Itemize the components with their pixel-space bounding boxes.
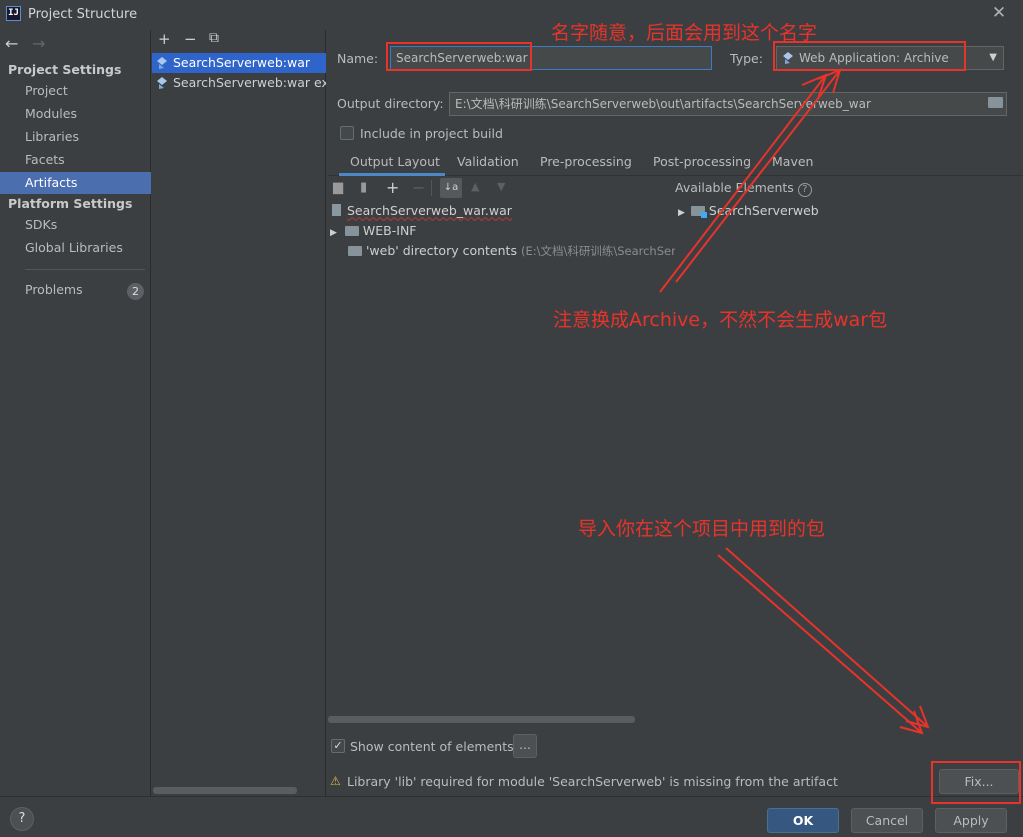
artifact-item-label: SearchServerweb:war exploded (173, 75, 326, 90)
tab-pre-processing[interactable]: Pre-processing (540, 152, 632, 174)
available-item-module[interactable]: ▶ SearchServerweb (678, 201, 819, 221)
web-artifact-icon (157, 57, 167, 69)
tab-maven[interactable]: Maven (772, 152, 813, 174)
available-elements-header: Available Elements? (675, 180, 812, 197)
type-label: Type: (730, 51, 763, 66)
chevron-right-icon: ▶ (330, 228, 337, 238)
intellij-app-icon: IJ (6, 6, 21, 21)
include-in-build-label: Include in project build (360, 126, 503, 141)
layout-tree-scrollbar[interactable] (328, 716, 635, 723)
folder-icon (344, 226, 359, 236)
output-directory-input[interactable]: E:\文档\科研训练\SearchServerweb\out\artifacts… (449, 92, 1007, 116)
tab-output-layout[interactable]: Output Layout (350, 152, 440, 174)
include-in-build-checkbox[interactable] (340, 126, 354, 140)
cancel-button[interactable]: Cancel (851, 808, 923, 833)
sidebar-item-sdks[interactable]: SDKs (0, 214, 151, 236)
artifact-item-label: SearchServerweb:war (173, 55, 311, 70)
add-artifact-icon[interactable]: + (158, 30, 171, 48)
platform-settings-header: Platform Settings (8, 196, 133, 211)
sidebar-item-project[interactable]: Project (0, 80, 151, 102)
new-folder-icon[interactable]: ▆ (333, 180, 343, 195)
remove-element-icon[interactable]: − (412, 178, 425, 197)
web-artifact-icon (157, 77, 167, 89)
warning-icon: ⚠ (330, 774, 341, 788)
warning-message: Library 'lib' required for module 'Searc… (347, 774, 838, 789)
apply-button[interactable]: Apply (935, 808, 1007, 833)
toolbar-separator (431, 180, 432, 196)
folder-icon (348, 246, 362, 256)
archive-file-icon (332, 204, 341, 216)
name-label: Name: (337, 51, 379, 66)
move-down-icon[interactable]: ▼ (497, 180, 505, 193)
chevron-right-icon: ▶ (678, 208, 685, 218)
archive-icon[interactable]: ▮ (360, 180, 367, 195)
window-title: Project Structure (28, 7, 138, 22)
copy-artifact-icon[interactable]: ⧉ (209, 30, 219, 46)
show-content-checkbox[interactable]: ✓ (331, 739, 345, 753)
artifact-list-scrollbar[interactable] (153, 787, 297, 794)
tree-row-web-directory[interactable]: 'web' directory contents (E:\文档\科研训练\Sea… (348, 241, 675, 261)
annotation-box-name (386, 42, 532, 71)
ok-button[interactable]: OK (767, 808, 839, 833)
artifact-item-war-exploded[interactable]: SearchServerweb:war exploded (152, 73, 326, 93)
add-element-icon[interactable]: + (386, 178, 399, 197)
annotation-fix-note: 导入你在这个项目中用到的包 (578, 518, 826, 540)
help-button[interactable]: ? (10, 807, 34, 831)
tree-row-war-archive[interactable]: SearchServerweb_war.war (332, 201, 512, 221)
module-folder-icon (690, 206, 707, 218)
problems-count-badge: 2 (127, 283, 144, 300)
annotation-box-type (773, 41, 966, 71)
move-up-icon[interactable]: ▲ (471, 180, 479, 193)
back-arrow-icon[interactable]: ← (5, 34, 18, 53)
sidebar-item-global-libraries[interactable]: Global Libraries (0, 237, 151, 259)
artifact-list-pane (152, 30, 326, 796)
project-settings-header: Project Settings (8, 62, 122, 77)
sort-elements-icon[interactable]: ↓a (440, 178, 462, 198)
more-options-button[interactable]: ... (513, 734, 537, 758)
tree-row-web-inf[interactable]: ▶ WEB-INF (330, 221, 417, 241)
title-bar (0, 0, 1023, 30)
show-content-label: Show content of elements (350, 739, 514, 754)
forward-arrow-icon[interactable]: → (32, 34, 45, 53)
sidebar-item-problems[interactable]: Problems (0, 279, 120, 301)
annotation-archive-note: 注意换成Archive，不然不会生成war包 (553, 309, 888, 331)
sidebar-item-artifacts[interactable]: Artifacts (0, 172, 151, 194)
sidebar-item-libraries[interactable]: Libraries (0, 126, 151, 148)
sidebar-divider (25, 269, 145, 270)
tab-post-processing[interactable]: Post-processing (653, 152, 751, 174)
output-directory-label: Output directory: (337, 96, 444, 111)
remove-artifact-icon[interactable]: − (184, 30, 197, 48)
artifact-item-war[interactable]: SearchServerweb:war (152, 53, 326, 73)
sidebar-item-facets[interactable]: Facets (0, 149, 151, 171)
sidebar-item-modules[interactable]: Modules (0, 103, 151, 125)
chevron-down-icon: ▼ (989, 52, 997, 63)
browse-folder-icon[interactable] (988, 97, 1003, 108)
annotation-box-fix (931, 761, 1021, 804)
annotation-name-note: 名字随意，后面会用到这个名字 (551, 22, 818, 44)
help-icon[interactable]: ? (797, 183, 812, 197)
close-icon[interactable]: ✕ (989, 3, 1009, 23)
tab-validation[interactable]: Validation (457, 152, 519, 174)
